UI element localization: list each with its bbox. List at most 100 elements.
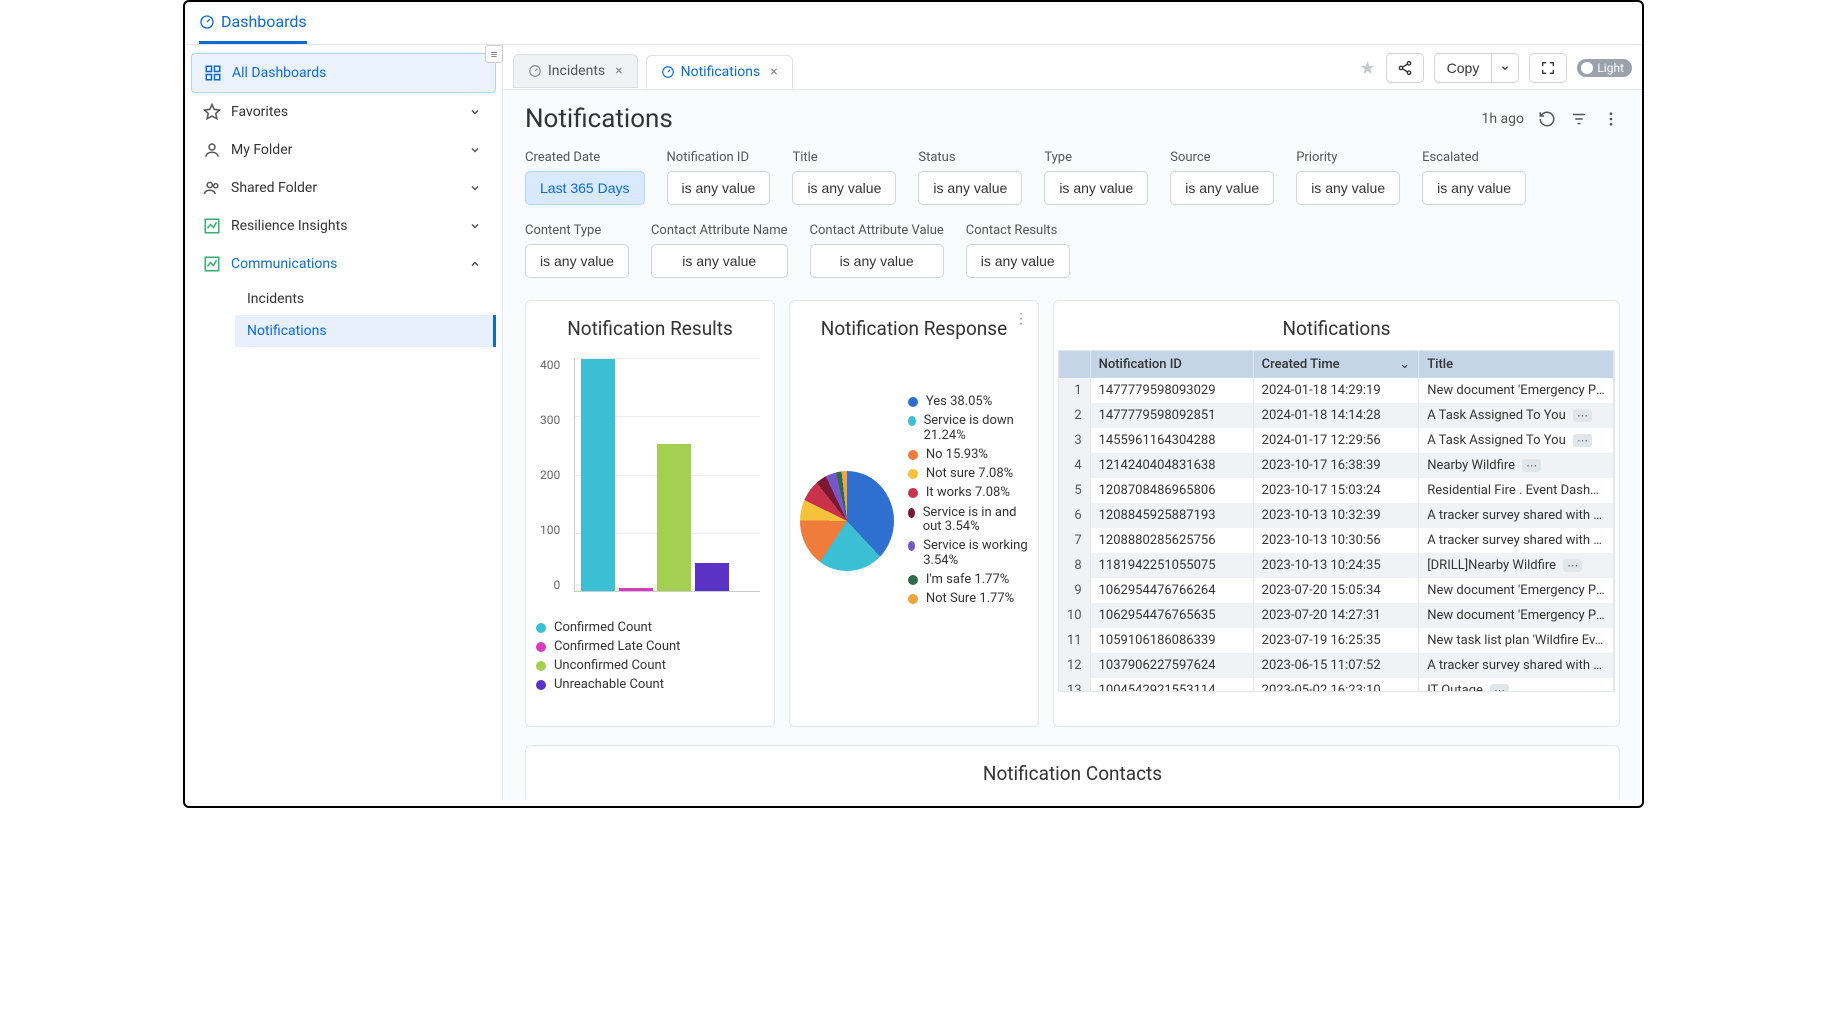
table-row[interactable]: 612088459258871932023-10-13 10:32:39A tr… bbox=[1059, 503, 1614, 528]
legend-item[interactable]: Unconfirmed Count bbox=[536, 658, 764, 673]
table-row[interactable]: 512087084869658062023-10-17 15:03:24Resi… bbox=[1059, 478, 1614, 503]
table-row[interactable]: 314559611643042882024-01-17 12:29:56A Ta… bbox=[1059, 428, 1614, 453]
legend-item[interactable]: Service is working 3.54% bbox=[908, 539, 1028, 568]
bar-unconfirmed-count[interactable] bbox=[657, 444, 691, 591]
legend-label: No 15.93% bbox=[926, 448, 988, 462]
filter-content-type[interactable]: is any value bbox=[525, 244, 629, 278]
legend-item[interactable]: Confirmed Late Count bbox=[536, 639, 764, 654]
legend-label: Not Sure 1.77% bbox=[926, 592, 1014, 606]
col-title[interactable]: Title bbox=[1419, 351, 1614, 378]
close-icon[interactable]: × bbox=[770, 64, 777, 80]
cell-created-time: 2024-01-18 14:29:19 bbox=[1253, 378, 1419, 403]
copy-dropdown[interactable] bbox=[1492, 53, 1519, 83]
sidebar-collapse-handle[interactable]: ≡ bbox=[485, 45, 503, 63]
filter-title[interactable]: is any value bbox=[792, 171, 896, 205]
close-icon[interactable]: × bbox=[615, 63, 622, 79]
table-row[interactable]: 811819422510550752023-10-13 10:24:35[DRI… bbox=[1059, 553, 1614, 578]
refresh-age: 1h ago bbox=[1481, 111, 1524, 127]
ytick: 100 bbox=[540, 523, 560, 537]
table-row[interactable]: 114777795980930292024-01-18 14:29:19New … bbox=[1059, 378, 1614, 403]
filter-icon[interactable] bbox=[1570, 110, 1588, 128]
legend-item[interactable]: Not Sure 1.77% bbox=[908, 592, 1028, 606]
nav-shared-folder[interactable]: Shared Folder bbox=[191, 169, 496, 207]
filter-contact-results[interactable]: is any value bbox=[966, 244, 1070, 278]
chevron-down-icon bbox=[466, 220, 484, 232]
row-index: 8 bbox=[1059, 553, 1090, 578]
filter-escalated[interactable]: is any value bbox=[1422, 171, 1526, 205]
tab-incidents[interactable]: Incidents × bbox=[513, 54, 638, 88]
nav-my-folder[interactable]: My Folder bbox=[191, 131, 496, 169]
share-button[interactable] bbox=[1386, 53, 1424, 83]
legend-item[interactable]: Unreachable Count bbox=[536, 677, 764, 692]
users-icon bbox=[203, 179, 221, 197]
table-row[interactable]: 910629544767662642023-07-20 15:05:34New … bbox=[1059, 578, 1614, 603]
legend-item[interactable]: No 15.93% bbox=[908, 448, 1028, 462]
theme-toggle[interactable]: Light bbox=[1577, 59, 1632, 77]
legend-item[interactable]: Yes 38.05% bbox=[908, 395, 1028, 409]
sort-desc-icon: ⌄ bbox=[1399, 357, 1410, 372]
nav-communications[interactable]: Communications bbox=[191, 245, 496, 283]
filter-contact-attr-value[interactable]: is any value bbox=[810, 244, 944, 278]
cell-created-time: 2024-01-17 12:29:56 bbox=[1253, 428, 1419, 453]
chevron-down-icon bbox=[466, 182, 484, 194]
table-row[interactable]: 214777795980928512024-01-18 14:14:28A Ta… bbox=[1059, 403, 1614, 428]
bar-confirmed-late-count[interactable] bbox=[619, 588, 653, 591]
nav-all-dashboards[interactable]: All Dashboards bbox=[191, 53, 496, 93]
cell-created-time: 2023-10-17 16:38:39 bbox=[1253, 453, 1419, 478]
refresh-icon[interactable] bbox=[1538, 110, 1556, 128]
notifications-table[interactable]: Notification ID Created Time⌄ Title 1147… bbox=[1059, 351, 1614, 691]
col-created-time[interactable]: Created Time⌄ bbox=[1253, 351, 1419, 378]
filter-label: Title bbox=[792, 150, 896, 165]
cell-notification-id: 1477779598092851 bbox=[1090, 403, 1253, 428]
legend-swatch bbox=[908, 450, 918, 460]
table-row[interactable]: 1010629544767656352023-07-20 14:27:31New… bbox=[1059, 603, 1614, 628]
bar-confirmed-count[interactable] bbox=[581, 359, 615, 591]
filter-notification-id[interactable]: is any value bbox=[667, 171, 771, 205]
legend-label: I'm safe 1.77% bbox=[926, 573, 1009, 587]
legend-item[interactable]: Not sure 7.08% bbox=[908, 467, 1028, 481]
nav-sub-incidents[interactable]: Incidents bbox=[235, 283, 496, 315]
bar-unreachable-count[interactable] bbox=[695, 563, 729, 591]
legend-swatch bbox=[908, 397, 918, 407]
page-title: Notifications bbox=[525, 104, 673, 134]
filter-source[interactable]: is any value bbox=[1170, 171, 1274, 205]
filter-created-date[interactable]: Last 365 Days bbox=[525, 171, 645, 205]
kebab-icon[interactable] bbox=[1602, 110, 1620, 128]
table-row[interactable]: 1210379062275976242023-06-15 11:07:52A t… bbox=[1059, 653, 1614, 678]
filter-type[interactable]: is any value bbox=[1044, 171, 1148, 205]
table-row[interactable]: 412142404048316382023-10-17 16:38:39Near… bbox=[1059, 453, 1614, 478]
card-title: Notification Results bbox=[536, 313, 764, 350]
filter-contact-attr-name[interactable]: is any value bbox=[651, 244, 788, 278]
fullscreen-button[interactable] bbox=[1529, 53, 1567, 83]
table-row[interactable]: 1110591061860863392023-07-19 16:25:35New… bbox=[1059, 628, 1614, 653]
legend-swatch bbox=[536, 642, 546, 652]
nav-resilience-insights[interactable]: Resilience Insights bbox=[191, 207, 496, 245]
filter-status[interactable]: is any value bbox=[918, 171, 1022, 205]
legend-label: Unreachable Count bbox=[554, 677, 664, 692]
nav-favorites[interactable]: Favorites bbox=[191, 93, 496, 131]
legend-item[interactable]: Service is in and out 3.54% bbox=[908, 506, 1028, 535]
col-notification-id[interactable]: Notification ID bbox=[1090, 351, 1253, 378]
legend-item[interactable]: It works 7.08% bbox=[908, 486, 1028, 500]
cell-title: New document 'Emergency Pl… bbox=[1419, 578, 1614, 603]
nav-sub-notifications[interactable]: Notifications bbox=[235, 315, 496, 347]
cell-title: New document 'Emergency Pl… bbox=[1419, 603, 1614, 628]
table-row[interactable]: 1310045429215531142023-05-02 16:23:10IT … bbox=[1059, 678, 1614, 691]
cell-title: Nearby Wildfire ⋯ bbox=[1419, 453, 1614, 478]
legend-item[interactable]: Service is down 21.24% bbox=[908, 414, 1028, 443]
filter-priority[interactable]: is any value bbox=[1296, 171, 1400, 205]
legend-item[interactable]: Confirmed Count bbox=[536, 620, 764, 635]
cell-created-time: 2023-10-13 10:24:35 bbox=[1253, 553, 1419, 578]
kebab-icon[interactable]: ⋮ bbox=[1014, 311, 1028, 327]
ytick: 200 bbox=[540, 468, 560, 482]
legend-item[interactable]: I'm safe 1.77% bbox=[908, 573, 1028, 587]
breadcrumb-dashboards[interactable]: Dashboards bbox=[199, 12, 307, 44]
row-index: 9 bbox=[1059, 578, 1090, 603]
gauge-icon bbox=[199, 14, 215, 30]
tab-notifications[interactable]: Notifications × bbox=[646, 55, 793, 89]
table-row[interactable]: 712088802856257562023-10-13 10:30:56A tr… bbox=[1059, 528, 1614, 553]
expand-icon bbox=[1540, 60, 1556, 76]
row-index: 2 bbox=[1059, 403, 1090, 428]
favorite-toggle[interactable]: ★ bbox=[1360, 58, 1376, 79]
copy-button[interactable]: Copy bbox=[1434, 53, 1493, 83]
